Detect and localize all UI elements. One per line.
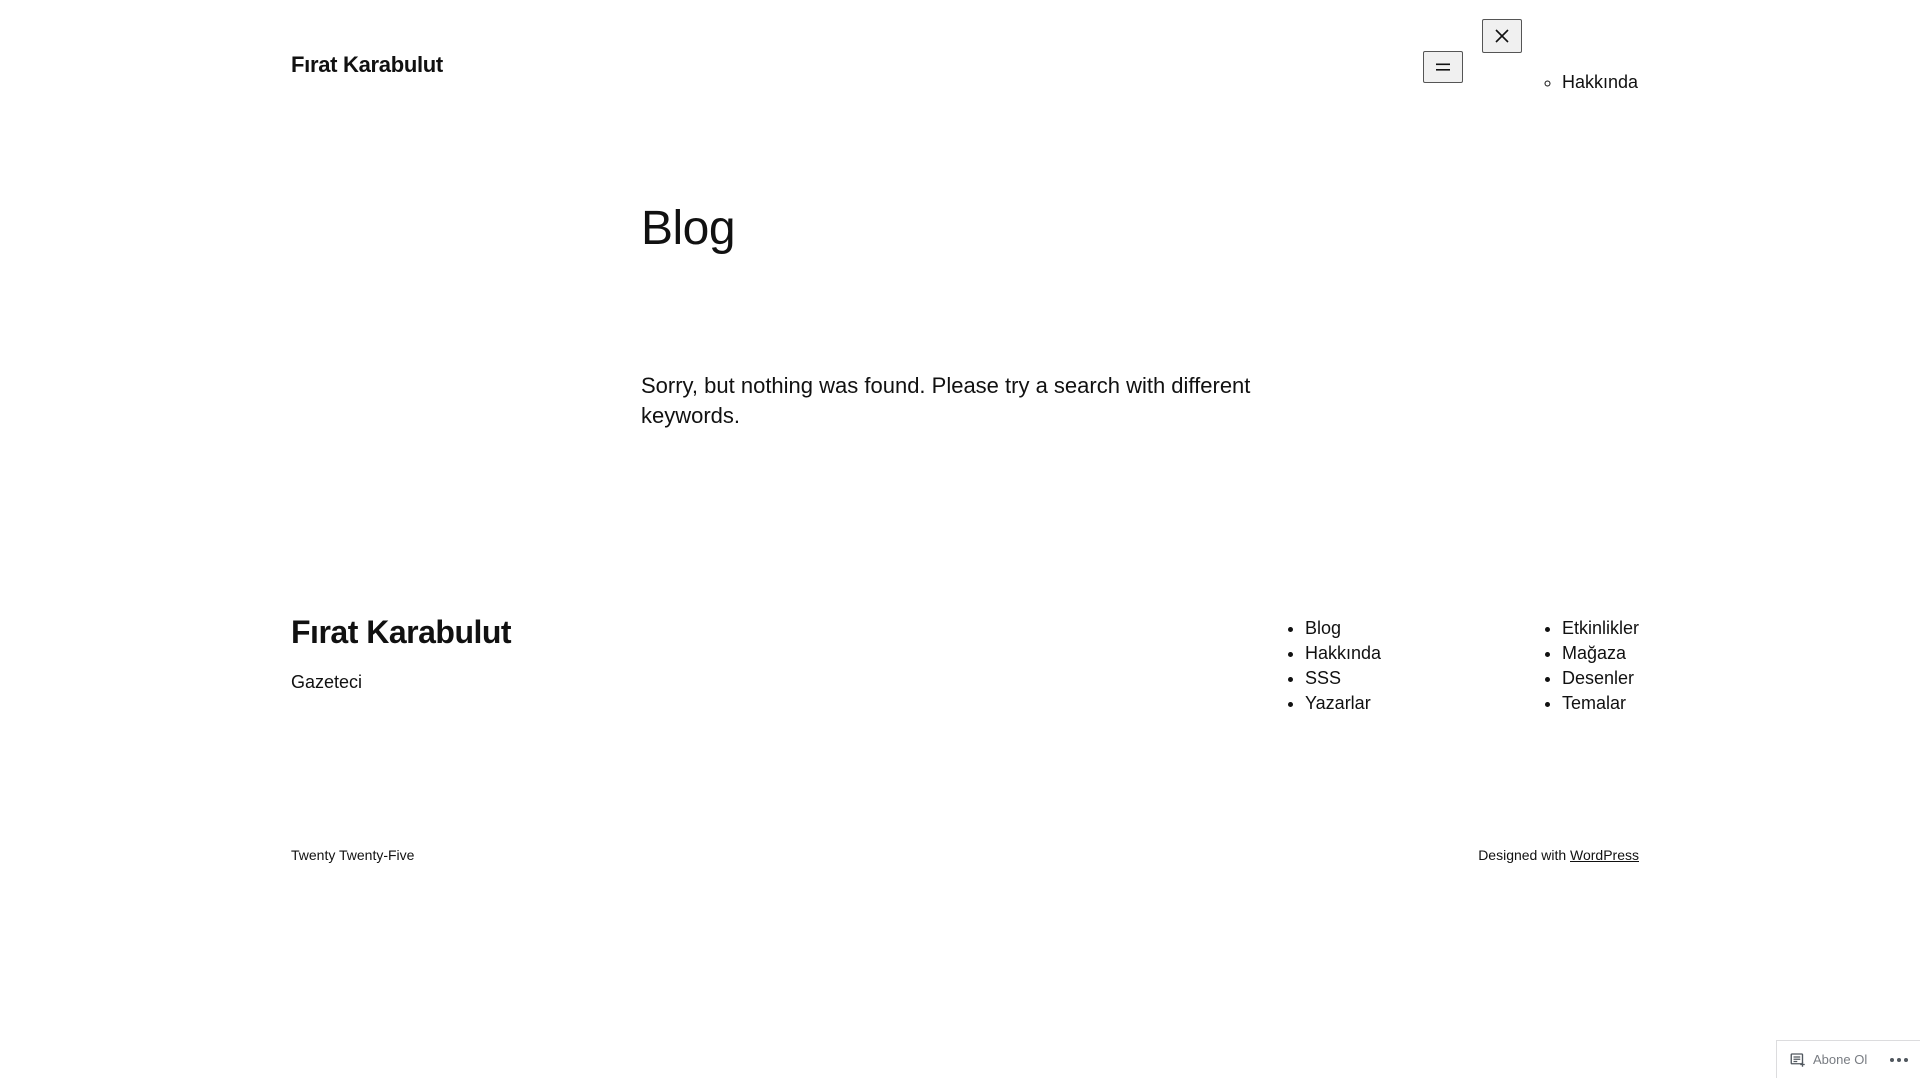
footer-link-desenler[interactable]: Desenler [1562, 668, 1634, 688]
theme-credit: Twenty Twenty-Five [291, 847, 415, 863]
ellipsis-icon [1890, 1057, 1908, 1062]
footer-link-temalar[interactable]: Temalar [1562, 693, 1626, 713]
close-icon [1495, 29, 1509, 43]
footer-nav-item: Temalar [1562, 691, 1639, 716]
subscribe-label: Abone Ol [1813, 1052, 1868, 1067]
footer-nav-item: Desenler [1562, 666, 1639, 691]
reader-icon [1790, 1052, 1805, 1067]
footer-site-title-link[interactable]: Fırat Karabulut [291, 614, 512, 651]
more-options-button[interactable] [1886, 1047, 1912, 1073]
subscribe-button[interactable]: Abone Ol [1777, 1045, 1875, 1075]
no-results-message: Sorry, but nothing was found. Please try… [641, 373, 1251, 428]
overlay-menu-link-hakkinda[interactable]: Hakkında [1562, 72, 1638, 92]
overlay-menu-item: Hakkında [1562, 72, 1638, 93]
menu-close-button[interactable] [1482, 19, 1522, 53]
hamburger-icon [1436, 63, 1450, 71]
footer-link-sss[interactable]: SSS [1305, 668, 1341, 688]
menu-open-button[interactable] [1423, 51, 1463, 83]
page-title: Blog [641, 202, 736, 255]
subscribe-bar: Abone Ol [1776, 1040, 1920, 1078]
overlay-menu: Hakkında [1544, 72, 1638, 93]
footer-link-yazarlar[interactable]: Yazarlar [1305, 693, 1371, 713]
footer-nav-item: Hakkında [1305, 641, 1381, 666]
wordpress-link[interactable]: WordPress [1570, 847, 1639, 863]
site-title-link[interactable]: Fırat Karabulut [291, 52, 443, 78]
designed-with-credit: Designed with WordPress [1478, 847, 1639, 863]
footer-link-etkinlikler[interactable]: Etkinlikler [1562, 618, 1639, 638]
site-tagline: Gazeteci [291, 672, 363, 692]
footer-nav-item: SSS [1305, 666, 1381, 691]
footer-link-hakkinda[interactable]: Hakkında [1305, 643, 1381, 663]
footer-nav-item: Yazarlar [1305, 691, 1381, 716]
footer-link-magaza[interactable]: Mağaza [1562, 643, 1626, 663]
footer-link-blog[interactable]: Blog [1305, 618, 1341, 638]
designed-with-label: Designed with [1478, 847, 1567, 863]
footer-nav-primary: Blog Hakkında SSS Yazarlar [1287, 616, 1381, 716]
footer-nav-item: Blog [1305, 616, 1381, 641]
footer-nav-secondary: Etkinlikler Mağaza Desenler Temalar [1544, 616, 1639, 716]
footer-nav-item: Mağaza [1562, 641, 1639, 666]
footer-nav-item: Etkinlikler [1562, 616, 1639, 641]
page: Fırat Karabulut Hakkında Blog Sorry, but… [0, 0, 1920, 1080]
